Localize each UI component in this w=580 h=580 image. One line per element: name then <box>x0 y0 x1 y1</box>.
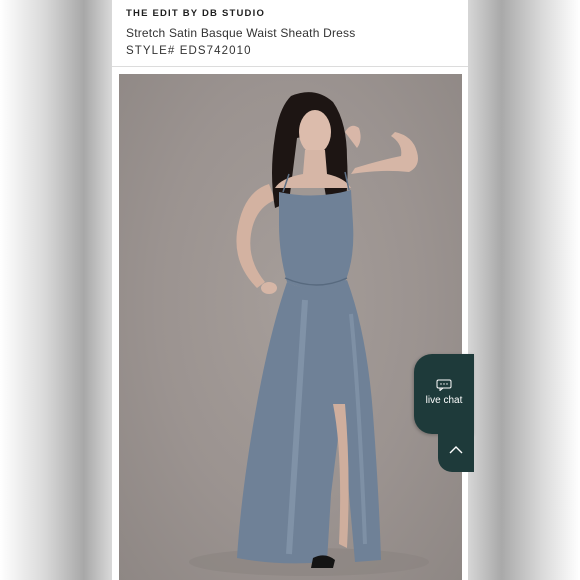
scroll-to-top-button[interactable] <box>438 434 474 472</box>
product-image[interactable] <box>119 74 462 580</box>
style-number: STYLE# EDS742010 <box>126 45 252 57</box>
header-divider <box>112 66 468 67</box>
product-page: THE EDIT BY DB STUDIO Stretch Satin Basq… <box>112 0 468 580</box>
model-photo-illustration <box>189 92 429 576</box>
blurred-right-border <box>468 0 580 580</box>
blurred-left-border <box>0 0 112 580</box>
live-chat-label: live chat <box>425 395 463 406</box>
chevron-up-icon <box>449 446 463 454</box>
chat-bubble-icon <box>436 379 452 391</box>
product-title: Stretch Satin Basque Waist Sheath Dress <box>126 26 356 40</box>
live-chat-button[interactable]: live chat <box>414 354 474 434</box>
brand-name[interactable]: THE EDIT BY DB STUDIO <box>126 8 265 19</box>
